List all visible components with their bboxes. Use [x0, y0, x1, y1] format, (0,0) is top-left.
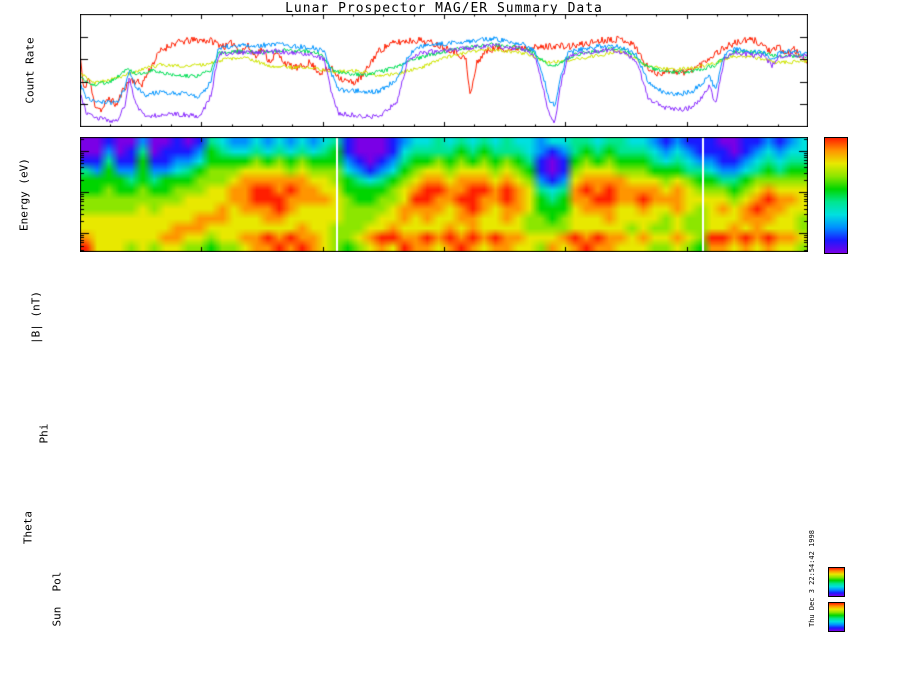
- ylabel-phi: Phi: [37, 423, 51, 444]
- phi-panel: [80, 378, 808, 489]
- sun-colorbar: [828, 602, 845, 632]
- sun-bar: [80, 602, 808, 630]
- energy-spectrogram-panel: [80, 137, 808, 252]
- ylabel-theta: Theta: [21, 510, 35, 545]
- ylabel-sun: Sun: [50, 606, 64, 627]
- figure-root: Lunar Prospector MAG/ER Summary Data Cou…: [0, 0, 900, 700]
- theta-panel: [80, 497, 808, 557]
- spectrogram-colorbar: [824, 137, 848, 254]
- pol-colorbar: [828, 567, 845, 597]
- count-rate-panel: [80, 14, 808, 127]
- pol-bar: [80, 567, 808, 595]
- creation-timestamp: Thu Dec 3 22:54:42 1998: [808, 530, 816, 627]
- bmag-panel: [80, 262, 808, 372]
